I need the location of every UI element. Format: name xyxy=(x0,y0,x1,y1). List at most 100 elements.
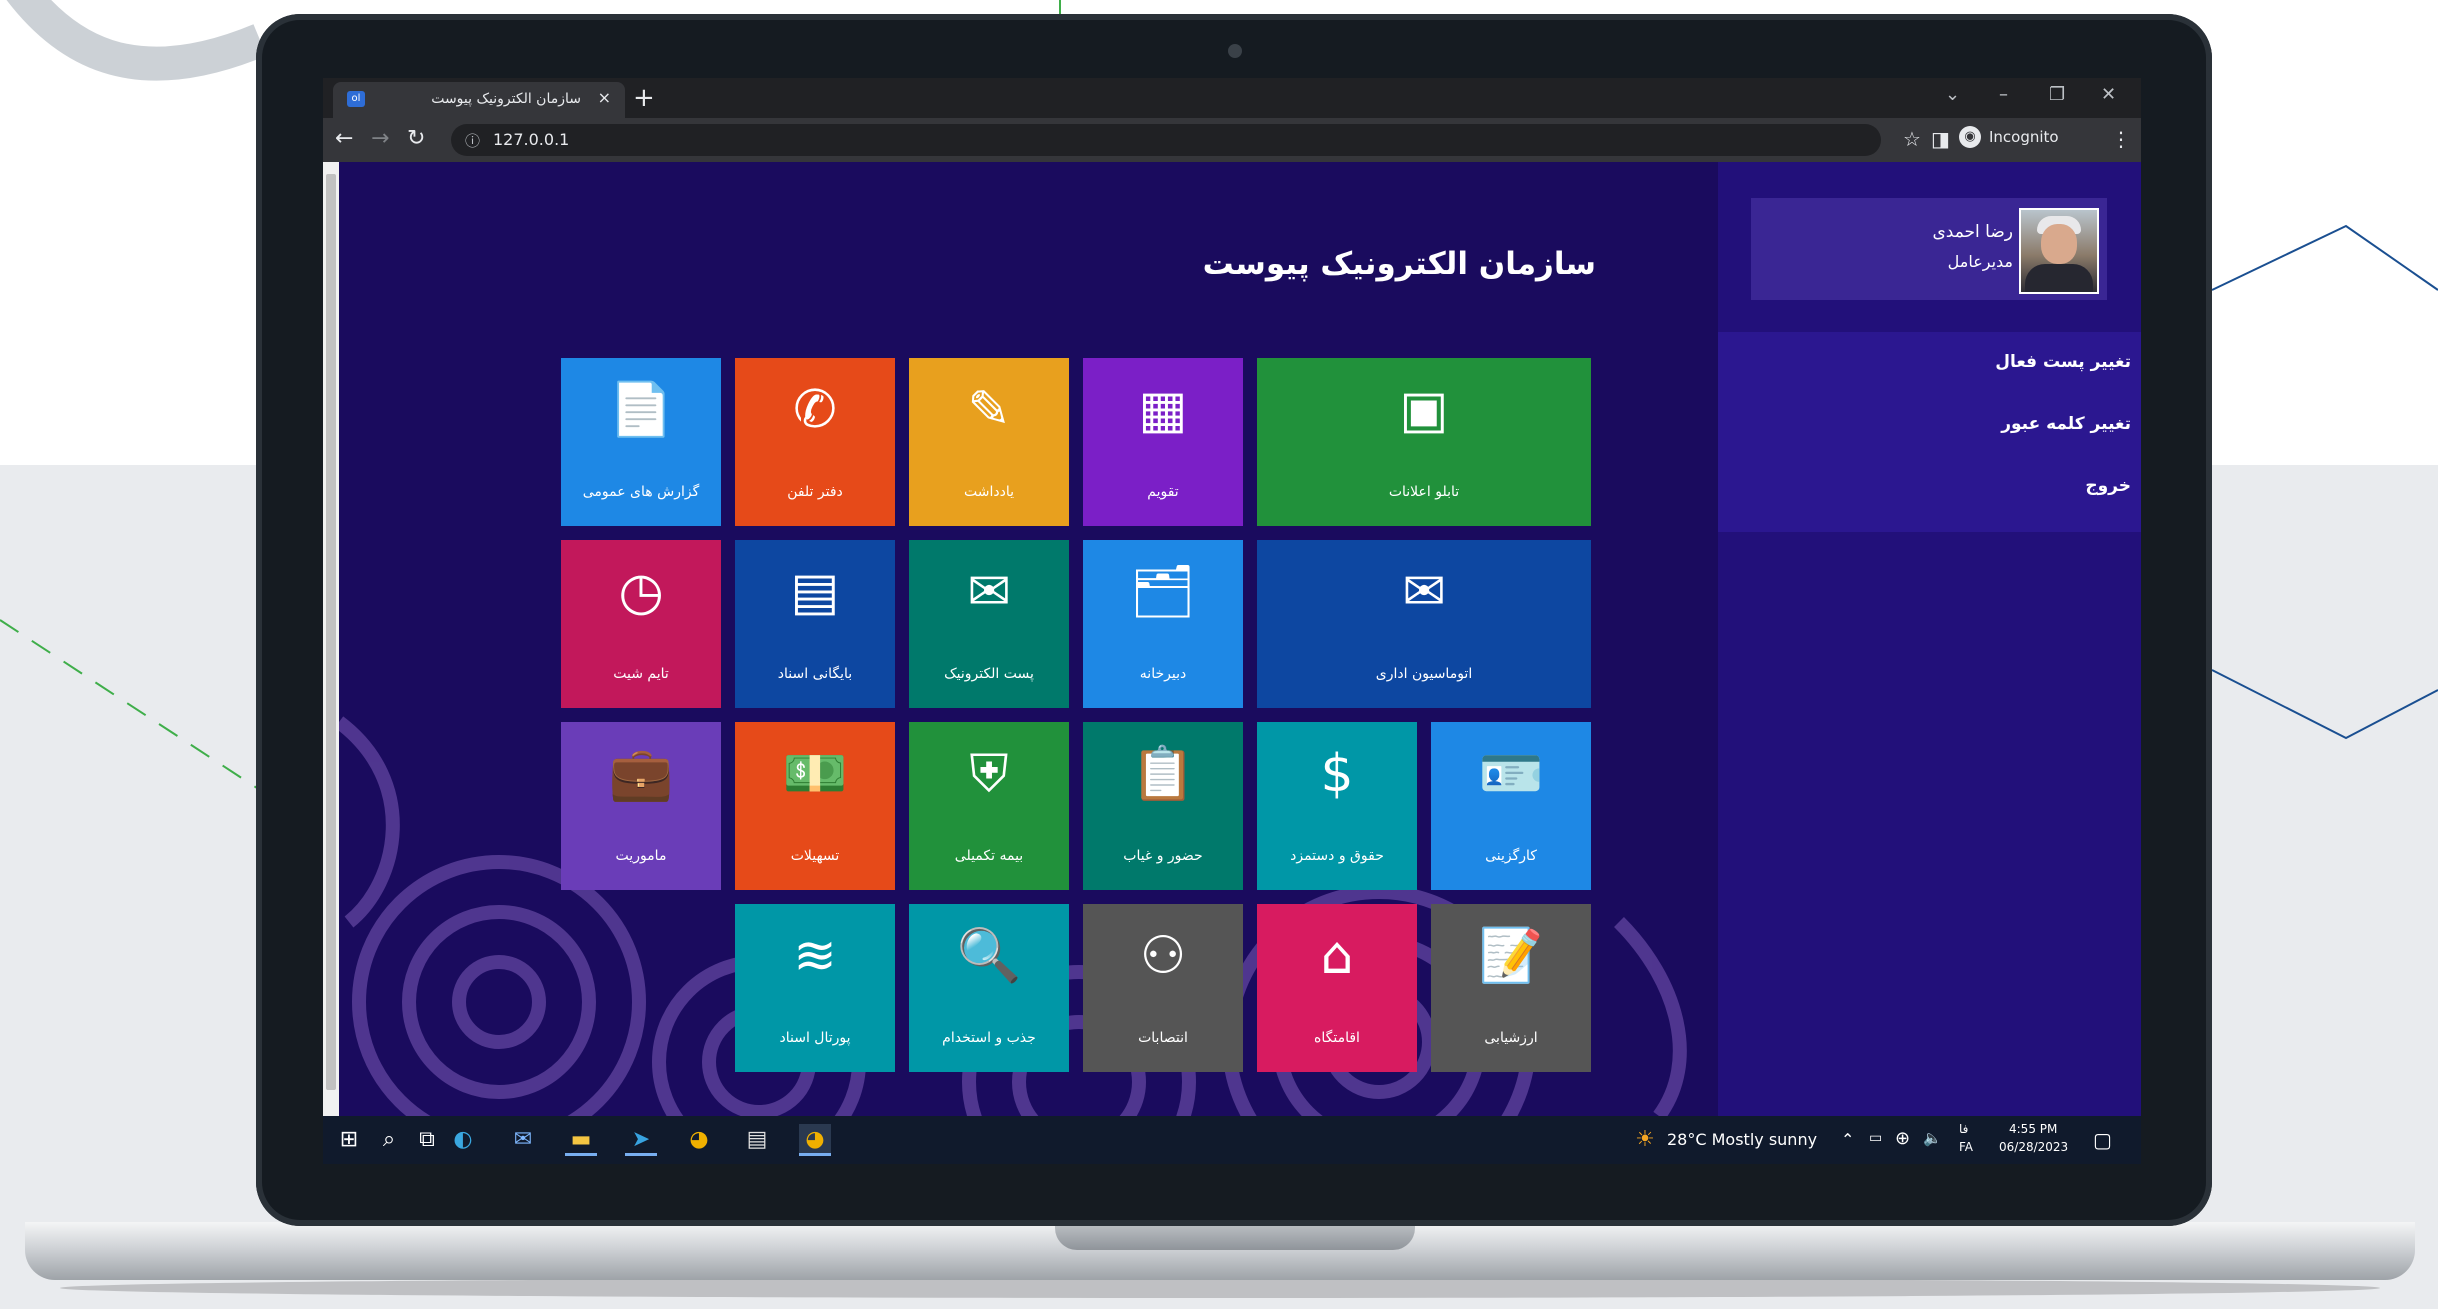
home-icon: ⌂ xyxy=(1320,926,1354,986)
attendance-clipboard-icon: 📋 xyxy=(1130,744,1196,804)
new-tab-button[interactable]: + xyxy=(633,82,655,114)
task-view-icon[interactable]: ⧉ xyxy=(411,1124,443,1156)
restore-button[interactable]: ❐ xyxy=(2049,84,2065,105)
tab-title: سازمان الکترونیک پیوست xyxy=(431,91,581,107)
tile-report-document[interactable]: 📄 گزارش های عمومی xyxy=(561,358,721,526)
weather-sun-icon[interactable]: ☀ xyxy=(1629,1124,1661,1156)
phone-icon: ✆ xyxy=(793,380,837,440)
documents-folder-icon: 🗂 xyxy=(1129,562,1196,622)
tile-salary-person[interactable]: $ حقوق و دستمزد xyxy=(1257,722,1417,890)
close-window-button[interactable]: ✕ xyxy=(2101,84,2116,105)
tile-label: حقوق و دستمزد xyxy=(1290,848,1384,864)
page-title: سازمان الکترونیک پیوست xyxy=(1202,246,1596,282)
tile-label: اقامتگاه xyxy=(1314,1030,1360,1046)
tile-label: انتصابات xyxy=(1138,1030,1188,1046)
page-scrollbar[interactable] xyxy=(323,162,339,1116)
address-bar[interactable]: ⓘ 127.0.0.1 xyxy=(451,124,1881,156)
email-image-icon: ✉ xyxy=(967,562,1011,622)
browser-menu-icon[interactable]: ⋮ xyxy=(2111,127,2131,151)
bookmark-star-icon[interactable]: ☆ xyxy=(1903,127,1921,151)
tile-phone[interactable]: ✆ دفتر تلفن xyxy=(735,358,895,526)
tile-timesheet-clock[interactable]: ◷ تایم شیت xyxy=(561,540,721,708)
weather-text[interactable]: 28°C Mostly sunny xyxy=(1667,1130,1817,1149)
notification-center-icon[interactable]: ▢ xyxy=(2093,1128,2112,1152)
windows-start-icon[interactable]: ⊞ xyxy=(333,1124,365,1156)
id-card-icon: 🪪 xyxy=(1478,744,1544,804)
file-explorer-icon[interactable]: ▬ xyxy=(565,1124,597,1156)
web-page: رضا احمدی مدیرعامل تغییر پست فعال تغییر … xyxy=(323,162,2141,1116)
tab-search-chevron-icon[interactable]: ⌄ xyxy=(1945,84,1960,105)
laptop-shadow xyxy=(60,1278,2380,1298)
tile-label: پست الکترونیک xyxy=(944,666,1034,682)
minimize-button[interactable]: – xyxy=(1999,84,2008,105)
tile-note-edit[interactable]: ✎ یادداشت xyxy=(909,358,1069,526)
report-document-icon: 📄 xyxy=(608,380,674,440)
tile-label: جذب و استخدام xyxy=(942,1030,1036,1046)
tile-health-shield[interactable]: ⛨ بیمه تکمیلی xyxy=(909,722,1069,890)
side-link-change-password[interactable]: تغییر کلمه عبور xyxy=(2001,414,2131,434)
tile-label: اتوماسیون اداری xyxy=(1375,666,1473,682)
document-app-icon[interactable]: ▤ xyxy=(741,1124,773,1156)
language-indicator[interactable]: FA xyxy=(1959,1140,1973,1154)
side-panel-icon[interactable]: ◨ xyxy=(1931,127,1950,151)
tile-org-chart[interactable]: ⚇ انتصابات xyxy=(1083,904,1243,1072)
mail-app-icon[interactable]: ✉ xyxy=(507,1124,539,1156)
tile-label: دفتر تلفن xyxy=(787,484,843,500)
user-avatar xyxy=(2019,208,2099,294)
tile-label: دبیرخانه xyxy=(1139,666,1187,682)
chrome-icon[interactable]: ◕ xyxy=(683,1124,715,1156)
volume-icon[interactable]: 🔈 xyxy=(1923,1129,1942,1147)
calendar-icon: ▦ xyxy=(1138,380,1188,440)
incognito-icon: ◉ xyxy=(1959,126,1981,148)
tile-label: پورتال اسناد xyxy=(779,1030,851,1046)
search-icon[interactable]: ⌕ xyxy=(373,1124,405,1156)
tile-evaluation-clipboard[interactable]: 📝 ارزشیابی xyxy=(1431,904,1591,1072)
network-globe-icon[interactable]: ⊕ xyxy=(1895,1128,1910,1149)
recruitment-search-icon: 🔍 xyxy=(956,926,1022,986)
health-shield-icon: ⛨ xyxy=(969,744,1009,804)
reload-icon[interactable]: ↻ xyxy=(407,126,425,152)
chrome-active-icon[interactable]: ◕ xyxy=(799,1124,831,1156)
browser-toolbar: ← → ↻ ⓘ 127.0.0.1 ☆ ◨ ◉ Incognito ⋮ xyxy=(323,118,2141,162)
tile-documents-folder[interactable]: 🗂 دبیرخانه xyxy=(1083,540,1243,708)
laptop-screen: ol سازمان الکترونیک پیوست × + ⌄ – ❐ ✕ ← … xyxy=(323,78,2141,1164)
edge-browser-icon[interactable]: ◐ xyxy=(447,1124,479,1156)
clock-date[interactable]: 06/28/2023 xyxy=(1999,1140,2068,1154)
windows-taskbar: ⊞ ⌕ ⧉ ◐ ✉ ▬ ➤ ◕ ▤ ◕ ☀ 28°C Mostly sunny … xyxy=(323,1116,2141,1164)
user-name: رضا احمدی xyxy=(1932,222,2013,242)
scrollbar-thumb[interactable] xyxy=(326,174,336,1090)
forward-arrow-icon[interactable]: → xyxy=(371,126,389,152)
tile-layers[interactable]: ≋ پورتال اسناد xyxy=(735,904,895,1072)
tile-attendance-clipboard[interactable]: 📋 حضور و غیاب xyxy=(1083,722,1243,890)
tile-recruitment-search[interactable]: 🔍 جذب و استخدام xyxy=(909,904,1069,1072)
clock-time[interactable]: 4:55 PM xyxy=(2009,1122,2057,1136)
bulletin-board-icon: ▣ xyxy=(1399,380,1449,440)
url-text: 127.0.0.1 xyxy=(493,130,570,149)
salary-person-icon: $ xyxy=(1320,744,1354,804)
tile-label: کارگزینی xyxy=(1485,848,1537,864)
tile-file-cabinet[interactable]: ▤ بایگانی اسناد xyxy=(735,540,895,708)
timesheet-clock-icon: ◷ xyxy=(618,562,664,622)
tile-calendar[interactable]: ▦ تقویم xyxy=(1083,358,1243,526)
battery-icon[interactable]: ▭ xyxy=(1869,1130,1882,1146)
language-indicator-top[interactable]: فا xyxy=(1959,1122,1968,1136)
telegram-icon[interactable]: ➤ xyxy=(625,1124,657,1156)
tile-envelope[interactable]: ✉ اتوماسیون اداری xyxy=(1257,540,1591,708)
user-role: مدیرعامل xyxy=(1947,252,2013,271)
side-link-change-active-post[interactable]: تغییر پست فعال xyxy=(1995,352,2131,372)
site-info-icon[interactable]: ⓘ xyxy=(465,130,480,151)
side-link-logout[interactable]: خروج xyxy=(2085,476,2131,496)
tile-label: تقویم xyxy=(1147,484,1179,500)
tile-label: بایگانی اسناد xyxy=(777,666,853,682)
tile-briefcase[interactable]: 💼 ماموریت xyxy=(561,722,721,890)
tile-id-card[interactable]: 🪪 کارگزینی xyxy=(1431,722,1591,890)
tile-bulletin-board[interactable]: ▣ تابلو اعلانات xyxy=(1257,358,1591,526)
tile-home[interactable]: ⌂ اقامتگاه xyxy=(1257,904,1417,1072)
tile-email-image[interactable]: ✉ پست الکترونیک xyxy=(909,540,1069,708)
show-hidden-icons-icon[interactable]: ⌃ xyxy=(1841,1130,1854,1149)
browser-tab[interactable]: ol سازمان الکترونیک پیوست × xyxy=(333,82,625,118)
tile-money-hand[interactable]: 💵 تسهیلات xyxy=(735,722,895,890)
tab-close-icon[interactable]: × xyxy=(598,88,611,107)
back-arrow-icon[interactable]: ← xyxy=(335,126,353,152)
tile-label: ارزشیابی xyxy=(1484,1030,1538,1046)
